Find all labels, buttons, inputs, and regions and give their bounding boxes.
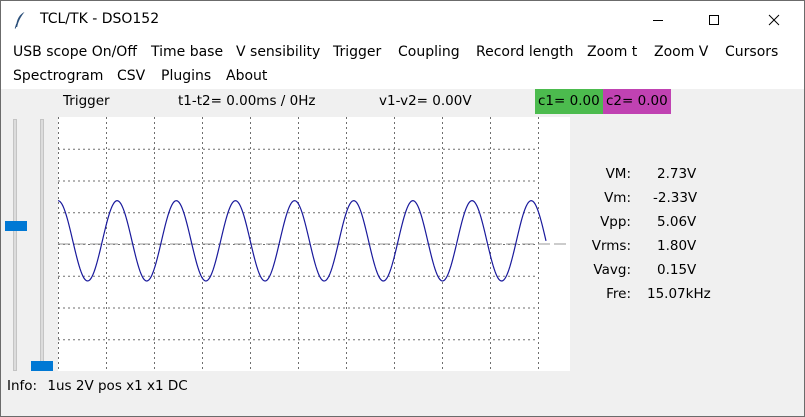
measure-vavg-value: 0.15V [657, 262, 697, 278]
measure-vpp-label: Vpp: [600, 214, 631, 230]
menu-trigger[interactable]: Trigger [333, 44, 381, 60]
time-cursor-readout: t1-t2= 0.00ms / 0Hz [178, 93, 316, 109]
cursor-c2-readout: c2= 0.00 [603, 89, 671, 114]
measure-vmin-value: -2.33V [653, 190, 698, 206]
close-button[interactable] [751, 1, 797, 39]
menu-usb-scope[interactable]: USB scope On/Off [13, 44, 137, 60]
feather-icon [14, 12, 25, 29]
menu-zoom-v[interactable]: Zoom V [654, 44, 708, 60]
voltage-cursor-readout: v1-v2= 0.00V [379, 93, 472, 109]
close-icon [768, 14, 780, 26]
menu-v-sensibility[interactable]: V sensibility [236, 44, 320, 60]
minimize-icon [653, 20, 663, 21]
trigger-level-slider-track[interactable] [13, 119, 17, 371]
menu-zoom-t[interactable]: Zoom t [587, 44, 637, 60]
menu-coupling[interactable]: Coupling [398, 44, 460, 60]
measure-vmax-value: 2.73V [657, 166, 697, 182]
info-line: Info: 1us 2V pos x1 x1 DC [7, 378, 188, 394]
app-window: TCL/TK - DSO152 USB scope On/Off Time ba… [0, 0, 805, 417]
trigger-level-slider-thumb[interactable] [5, 220, 27, 231]
measure-vrms-label: Vrms: [591, 238, 631, 254]
title-bar[interactable]: TCL/TK - DSO152 [1, 1, 804, 39]
measure-freq-label: Fre: [606, 286, 631, 302]
offset-slider-thumb[interactable] [31, 361, 53, 371]
trigger-label: Trigger [63, 93, 110, 109]
scope-plot [58, 117, 570, 371]
menu-bar: USB scope On/Off Time base V sensibility… [1, 39, 804, 89]
menu-cursors[interactable]: Cursors [725, 44, 778, 60]
measure-vmin-label: Vm: [604, 190, 631, 206]
menu-record-length[interactable]: Record length [476, 44, 573, 60]
oscilloscope-display[interactable] [58, 117, 570, 371]
menu-plugins[interactable]: Plugins [161, 68, 211, 84]
maximize-icon [709, 15, 719, 25]
menu-csv[interactable]: CSV [117, 68, 145, 84]
window-title: TCL/TK - DSO152 [40, 11, 160, 27]
measure-vavg-label: Vavg: [593, 262, 631, 278]
cursor-c1-readout: c1= 0.00 [535, 89, 603, 114]
menu-spectrogram[interactable]: Spectrogram [13, 68, 103, 84]
measure-vrms-value: 1.80V [657, 238, 697, 254]
info-value: 1us 2V pos x1 x1 DC [47, 378, 188, 394]
measure-vmax-label: VM: [605, 166, 631, 182]
maximize-button[interactable] [691, 1, 737, 39]
measure-vpp-value: 5.06V [657, 214, 697, 230]
menu-about[interactable]: About [226, 68, 267, 84]
info-label: Info: [7, 378, 38, 394]
measure-freq-value: 15.07kHz [647, 286, 711, 302]
waveform-trace [58, 200, 547, 282]
minimize-button[interactable] [635, 1, 681, 39]
menu-time-base[interactable]: Time base [151, 44, 223, 60]
offset-slider-track[interactable] [40, 119, 44, 371]
